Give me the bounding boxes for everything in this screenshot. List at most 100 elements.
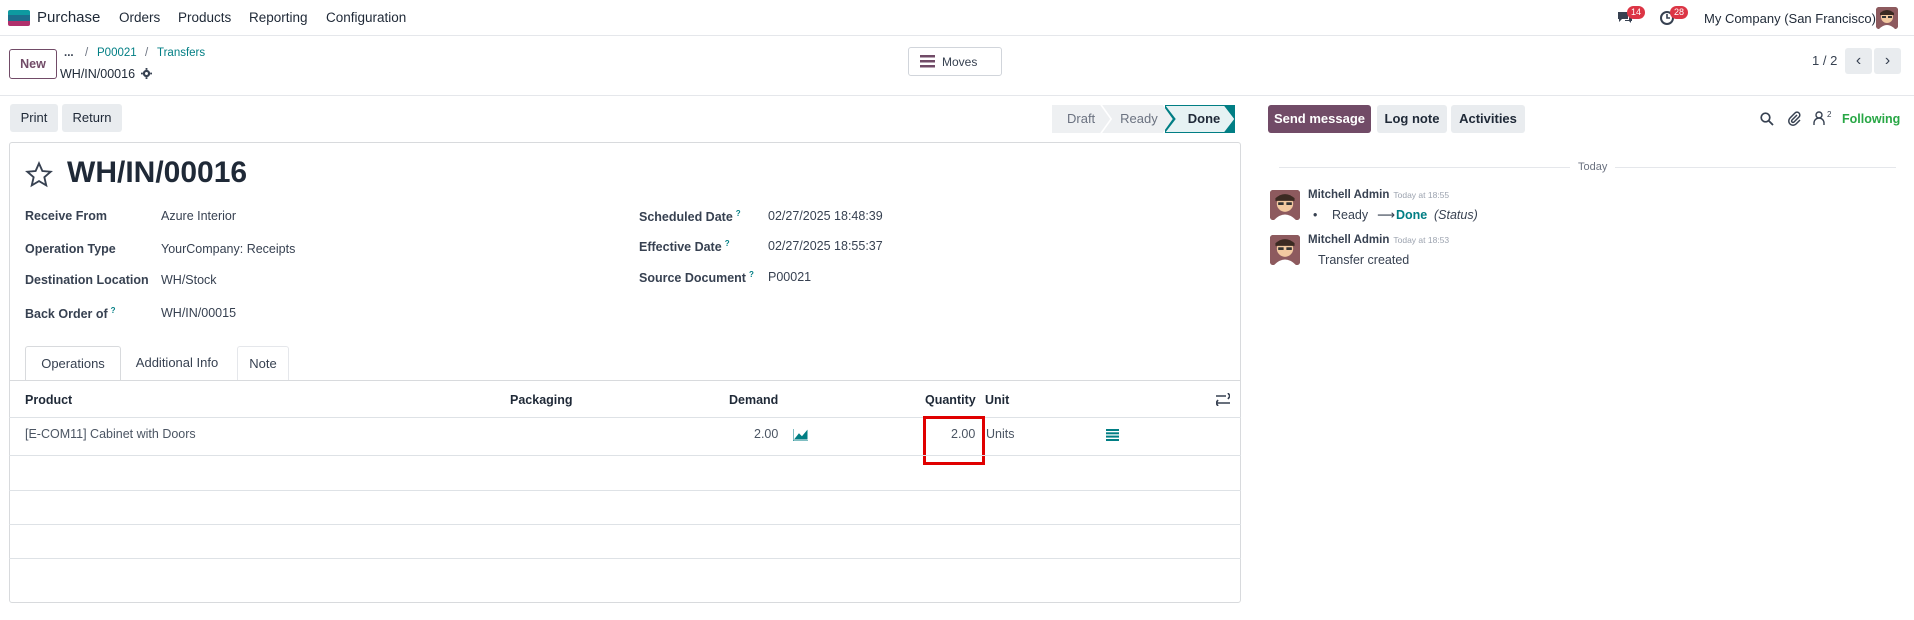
record-name: WH/IN/00016: [60, 67, 136, 81]
effective-date-field: 02/27/2025 18:55:37: [768, 239, 883, 253]
followers-count[interactable]: 2: [1827, 110, 1831, 119]
search-icon[interactable]: [1760, 112, 1774, 126]
menu-configuration[interactable]: Configuration: [326, 10, 406, 25]
log-note-button[interactable]: Log note: [1377, 105, 1447, 133]
activities-button[interactable]: Activities: [1451, 105, 1525, 133]
gear-icon[interactable]: [141, 68, 152, 79]
row-divider: [9, 455, 1241, 456]
receive-from-label: Receive From: [25, 209, 107, 223]
list-icon: [920, 55, 935, 68]
status-bar: Draft Ready Done: [1052, 105, 1236, 133]
message-author[interactable]: Mitchell Admin Today at 18:55: [1308, 189, 1449, 201]
author-avatar-icon: [1270, 190, 1300, 220]
user-avatar-icon: [1876, 7, 1898, 29]
col-demand[interactable]: Demand: [729, 393, 778, 407]
print-button[interactable]: Print: [10, 104, 58, 132]
operation-type-field[interactable]: YourCompany: Receipts: [161, 242, 295, 256]
col-unit[interactable]: Unit: [985, 393, 1009, 407]
paperclip-icon[interactable]: [1787, 111, 1801, 126]
arrow-right-icon: ⟶: [1377, 208, 1395, 222]
moves-smart-button[interactable]: Moves: [908, 47, 1002, 76]
followers-icon[interactable]: [1813, 111, 1825, 125]
record-title: WH/IN/00016: [67, 156, 248, 189]
help-icon[interactable]: ?: [111, 306, 116, 315]
menu-orders[interactable]: Orders: [119, 10, 160, 25]
tracking-field-name: (Status): [1434, 208, 1478, 222]
pager-value[interactable]: 1 / 2: [1812, 53, 1837, 68]
back-order-label: Back Order of?: [25, 306, 116, 322]
col-product[interactable]: Product: [25, 393, 72, 407]
author-avatar-icon: [1270, 235, 1300, 265]
optional-columns-icon[interactable]: [1216, 393, 1230, 406]
author-avatar[interactable]: [1270, 235, 1300, 265]
row-divider: [9, 558, 1241, 559]
forecast-chart-icon[interactable]: [793, 429, 808, 441]
row-unit[interactable]: Units: [986, 427, 1014, 441]
details-list-icon[interactable]: [1106, 429, 1119, 441]
messages-button[interactable]: 14: [1616, 6, 1646, 29]
quantity-highlight-box: [923, 416, 985, 465]
tracking-old-value: Ready: [1332, 208, 1369, 222]
row-divider: [9, 524, 1241, 525]
tab-operations[interactable]: Operations: [25, 346, 121, 381]
tab-additional-info[interactable]: Additional Info: [125, 346, 229, 381]
col-packaging[interactable]: Packaging: [510, 393, 573, 407]
pager-previous-button[interactable]: ‹: [1845, 48, 1872, 74]
new-button[interactable]: New: [9, 49, 57, 79]
table-header-divider: [9, 417, 1241, 418]
help-icon[interactable]: ?: [736, 209, 741, 218]
destination-location-field[interactable]: WH/Stock: [161, 273, 217, 287]
return-button[interactable]: Return: [62, 104, 122, 132]
messages-badge: 14: [1627, 6, 1646, 19]
message-author[interactable]: Mitchell Admin Today at 18:53: [1308, 234, 1449, 246]
date-separator: Today: [1570, 161, 1616, 173]
row-divider: [9, 490, 1241, 491]
help-icon[interactable]: ?: [725, 239, 730, 248]
breadcrumb-transfers[interactable]: Transfers: [157, 47, 205, 59]
help-icon[interactable]: ?: [749, 270, 754, 279]
app-logo-icon[interactable]: [8, 10, 30, 26]
pager-next-button[interactable]: ›: [1874, 48, 1901, 74]
status-ready[interactable]: Ready: [1102, 105, 1173, 133]
tab-note[interactable]: Note: [237, 346, 289, 381]
chevron-right-icon: ›: [1884, 52, 1891, 69]
col-quantity[interactable]: Quantity: [925, 393, 976, 407]
receive-from-field[interactable]: Azure Interior: [161, 209, 236, 223]
message-time: Today at 18:53: [1393, 235, 1450, 245]
breadcrumb-more[interactable]: ...: [64, 47, 74, 59]
company-switcher[interactable]: My Company (San Francisco): [1704, 11, 1876, 26]
row-product[interactable]: [E-COM11] Cabinet with Doors: [25, 427, 196, 441]
menu-reporting[interactable]: Reporting: [249, 10, 308, 25]
top-navbar: Purchase Orders Products Reporting Confi…: [0, 0, 1914, 36]
status-draft[interactable]: Draft: [1052, 105, 1110, 133]
send-message-button[interactable]: Send message: [1268, 105, 1371, 133]
breadcrumb-separator: /: [145, 47, 149, 59]
tracking-new-value: Done: [1396, 208, 1428, 222]
scheduled-date-field[interactable]: 02/27/2025 18:48:39: [768, 209, 883, 223]
breadcrumb-po[interactable]: P00021: [97, 47, 137, 59]
message-body: Transfer created: [1318, 253, 1410, 267]
operation-type-label: Operation Type: [25, 242, 116, 256]
row-demand[interactable]: 2.00: [754, 427, 778, 441]
status-done-label: Done: [1166, 106, 1235, 132]
app-name[interactable]: Purchase: [37, 9, 100, 26]
user-avatar[interactable]: [1876, 7, 1898, 29]
back-order-field[interactable]: WH/IN/00015: [161, 306, 236, 320]
scheduled-date-label: Scheduled Date?: [639, 209, 741, 225]
following-button[interactable]: Following: [1842, 112, 1900, 126]
tab-divider: [9, 380, 1241, 381]
bullet: •: [1313, 208, 1318, 222]
chevron-left-icon: ‹: [1855, 52, 1862, 69]
moves-label: Moves: [942, 55, 978, 69]
message-time: Today at 18:55: [1393, 190, 1450, 200]
destination-location-label: Destination Location: [25, 273, 149, 287]
activities-button[interactable]: 28: [1659, 6, 1689, 29]
source-document-label: Source Document?: [639, 270, 754, 286]
effective-date-label: Effective Date?: [639, 239, 730, 255]
star-icon[interactable]: [25, 161, 53, 189]
status-done[interactable]: Done: [1164, 105, 1236, 133]
breadcrumb-separator: /: [85, 47, 89, 59]
source-document-field[interactable]: P00021: [768, 270, 811, 284]
author-avatar[interactable]: [1270, 190, 1300, 220]
menu-products[interactable]: Products: [178, 10, 231, 25]
